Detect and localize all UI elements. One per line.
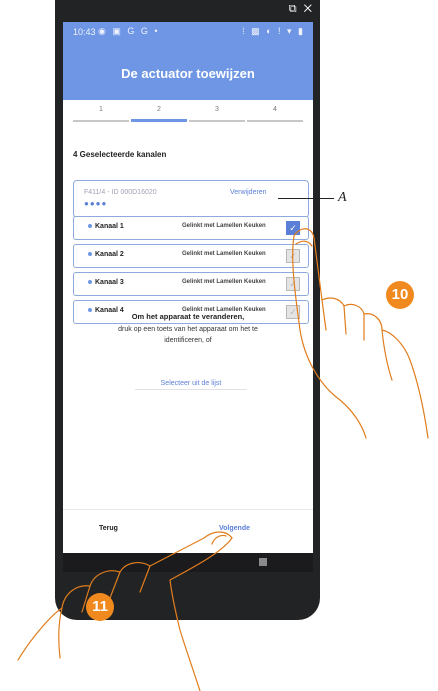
step-badge-11: 11 [86, 593, 114, 621]
step-badge-10: 10 [386, 281, 414, 309]
hand-pointing-checkbox-icon [292, 228, 429, 439]
hand-illustrations [17, 228, 429, 691]
hand-pointing-next-icon [17, 531, 233, 691]
